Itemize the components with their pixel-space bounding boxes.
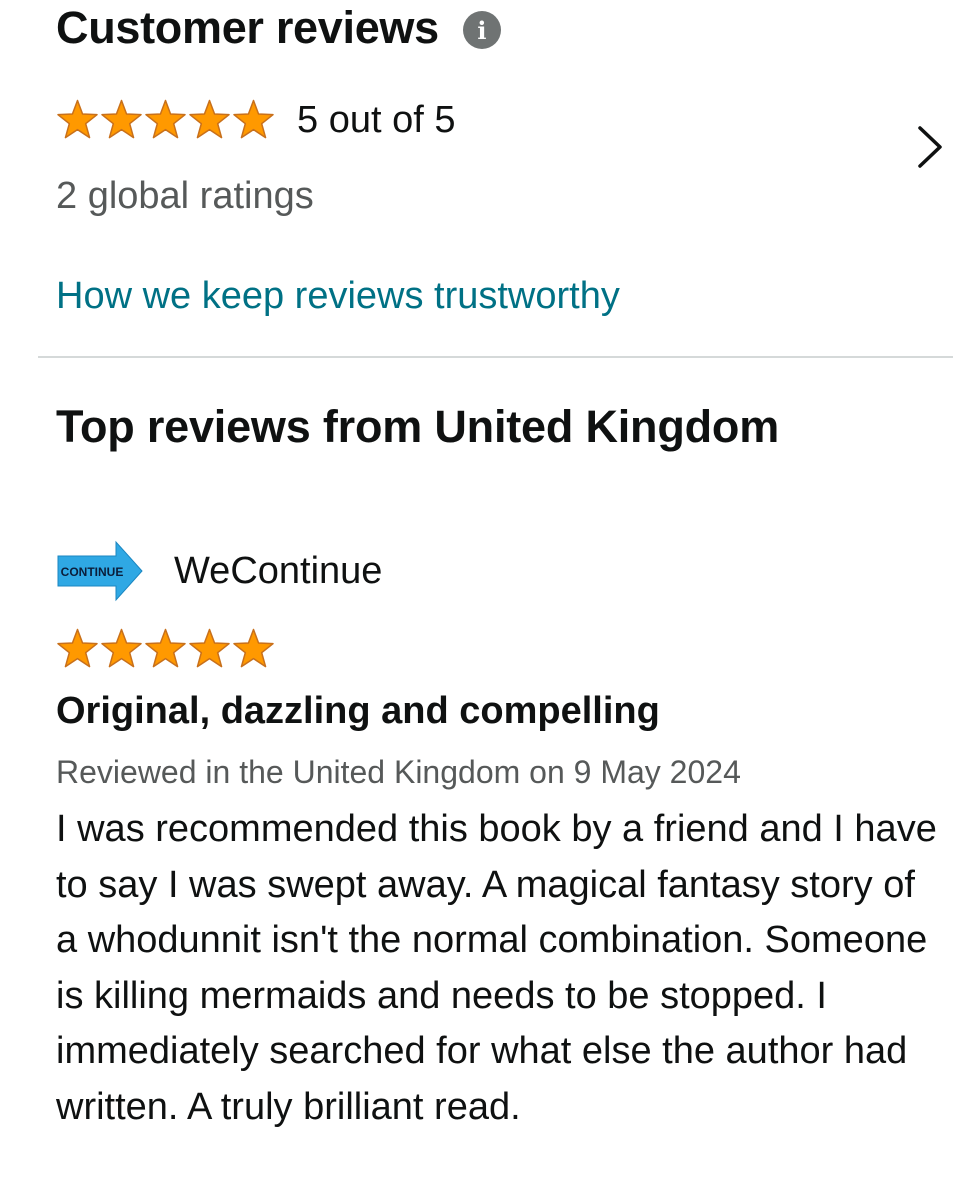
star-icon [101,628,142,668]
star-icon [57,628,98,668]
star-icon [57,99,98,139]
info-icon[interactable]: i [462,11,501,49]
avatar-label: CONTINUE [61,565,124,579]
average-star-rating [56,99,275,141]
reviewer-profile[interactable]: CONTINUE WeContinue [56,536,382,606]
star-icon [101,99,142,139]
customer-reviews-title: Customer reviews [56,2,439,53]
customer-reviews-header: Customer reviews i [56,2,501,54]
top-reviews-heading: Top reviews from United Kingdom [56,401,780,452]
customer-reviews-page: Customer reviews i 5 out of 5 2 global r… [0,0,959,1200]
avatar[interactable]: CONTINUE [56,536,144,606]
star-icon [233,99,274,139]
global-ratings-count: 2 global ratings [56,175,314,217]
reviewer-name[interactable]: WeContinue [174,549,382,593]
average-rating-row[interactable]: 5 out of 5 [56,98,455,142]
star-icon [145,99,186,139]
trustworthy-reviews-link[interactable]: How we keep reviews trustworthy [56,274,620,318]
star-icon [145,628,186,668]
star-icon [189,99,230,139]
review-star-rating [56,628,275,670]
review-date-location: Reviewed in the United Kingdom on 9 May … [56,754,741,790]
star-icon [189,628,230,668]
star-icon [233,628,274,668]
review-body: I was recommended this book by a friend … [56,808,937,1128]
average-rating-text: 5 out of 5 [297,99,456,141]
review-title[interactable]: Original, dazzling and compelling [56,688,660,734]
section-divider [38,356,953,358]
chevron-right-icon[interactable] [914,124,946,170]
